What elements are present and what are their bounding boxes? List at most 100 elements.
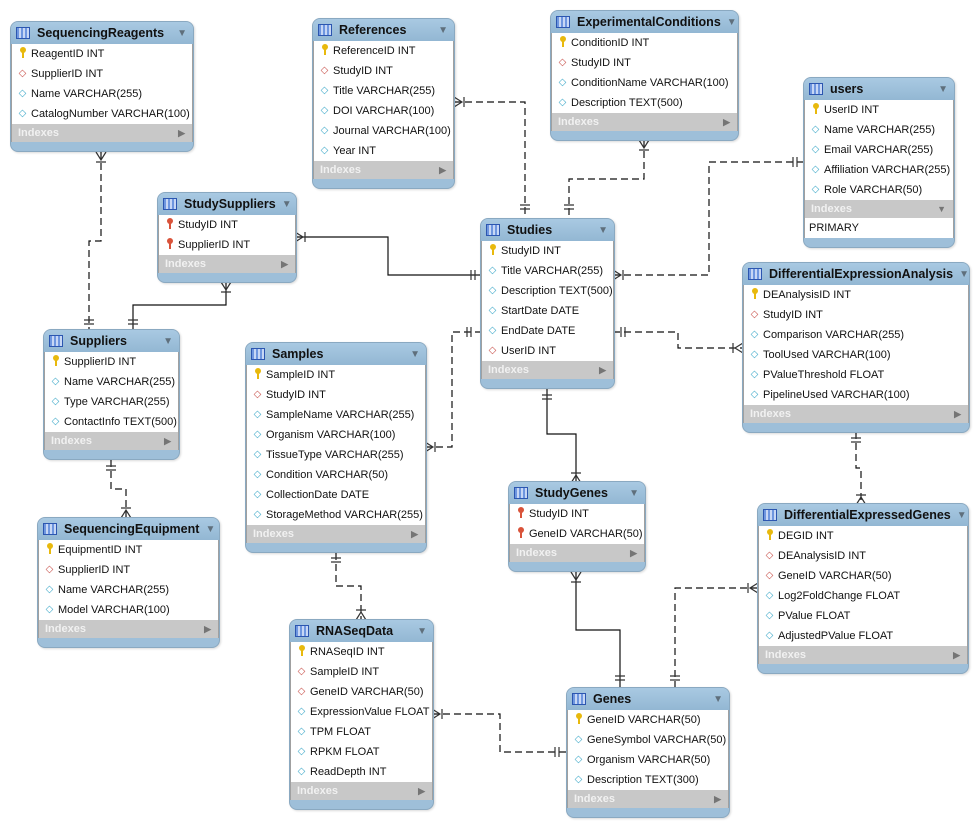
collapse-triangle-icon[interactable]: ▼ (727, 17, 737, 28)
column-row[interactable]: ◇ StartDate DATE (482, 301, 613, 321)
triangle-right-icon[interactable]: ▶ (599, 365, 606, 376)
table-header[interactable]: users ▼ (804, 78, 954, 100)
table-header[interactable]: SequencingEquipment ▼ (38, 518, 219, 540)
table-header[interactable]: References ▼ (313, 19, 454, 41)
column-row[interactable]: ◇ GeneSymbol VARCHAR(50) (568, 730, 728, 750)
column-row[interactable]: ◇ GeneID VARCHAR(50) (759, 566, 967, 586)
column-row[interactable]: ◇ AdjustedPValue FLOAT (759, 626, 967, 646)
table-experimentalconditions[interactable]: ExperimentalConditions ▼ ConditionID INT ◇ S… (550, 10, 739, 141)
table-header[interactable]: StudyGenes ▼ (509, 482, 645, 504)
indexes-section[interactable]: Indexes ▶ (551, 113, 738, 131)
rel-deg-genes[interactable] (674, 587, 758, 688)
indexes-section[interactable]: Indexes ▶ (743, 405, 969, 423)
triangle-right-icon[interactable]: ▶ (164, 436, 171, 447)
rel-samples-studies[interactable] (425, 331, 481, 448)
column-row[interactable]: ◇ Organism VARCHAR(100) (247, 425, 425, 445)
table-studysuppliers[interactable]: StudySuppliers ▼ StudyID INT SupplierID INT… (157, 192, 297, 283)
column-row[interactable]: ◇ CollectionDate DATE (247, 485, 425, 505)
column-row[interactable]: RNASeqID INT (291, 642, 432, 662)
column-row[interactable]: ◇ SupplierID INT (39, 560, 218, 580)
triangle-right-icon[interactable]: ▶ (411, 529, 418, 540)
column-row[interactable]: ◇ RPKM FLOAT (291, 742, 432, 762)
triangle-right-icon[interactable]: ▶ (204, 624, 211, 635)
table-samples[interactable]: Samples ▼ SampleID INT ◇ StudyID INT ◇ SampleN… (245, 342, 427, 553)
column-row[interactable]: ◇ EndDate DATE (482, 321, 613, 341)
column-row[interactable]: ◇ DOI VARCHAR(100) (314, 101, 453, 121)
column-row[interactable]: SupplierID INT (159, 235, 295, 255)
column-row[interactable]: ◇ Description TEXT(300) (568, 770, 728, 790)
rel-studysuppliers-suppliers[interactable] (132, 282, 227, 330)
rel-studies-dea[interactable] (613, 331, 743, 349)
table-header[interactable]: ExperimentalConditions ▼ (551, 11, 738, 33)
table-header[interactable]: Studies ▼ (481, 219, 614, 241)
column-row[interactable]: ◇ ConditionName VARCHAR(100) (552, 73, 737, 93)
collapse-triangle-icon[interactable]: ▼ (163, 336, 173, 347)
column-row[interactable]: GeneID VARCHAR(50) (510, 524, 644, 544)
column-row[interactable]: StudyID INT (482, 241, 613, 261)
table-header[interactable]: StudySuppliers ▼ (158, 193, 296, 215)
column-row[interactable]: DEGID INT (759, 526, 967, 546)
column-row[interactable]: ◇ Title VARCHAR(255) (314, 81, 453, 101)
triangle-right-icon[interactable]: ▶ (954, 409, 961, 420)
column-row[interactable]: ◇ Comparison VARCHAR(255) (744, 325, 968, 345)
triangle-right-icon[interactable]: ▶ (723, 117, 730, 128)
triangle-right-icon[interactable]: ▶ (630, 548, 637, 559)
indexes-section[interactable]: Indexes ▶ (481, 361, 614, 379)
column-row[interactable]: ◇ ToolUsed VARCHAR(100) (744, 345, 968, 365)
collapse-triangle-icon[interactable]: ▼ (438, 25, 448, 36)
rel-equipment-suppliers[interactable] (110, 460, 127, 518)
rel-sequencingreagents-suppliers[interactable] (88, 152, 102, 330)
indexes-section[interactable]: Indexes ▶ (290, 782, 433, 800)
column-row[interactable]: ◇ Role VARCHAR(50) (805, 180, 953, 200)
collapse-triangle-icon[interactable]: ▼ (410, 349, 420, 360)
column-row[interactable]: ◇ StudyID INT (247, 385, 425, 405)
collapse-triangle-icon[interactable]: ▼ (629, 488, 639, 499)
column-row[interactable]: ◇ TissueType VARCHAR(255) (247, 445, 425, 465)
column-row[interactable]: ◇ Organism VARCHAR(50) (568, 750, 728, 770)
column-row[interactable]: ◇ Name VARCHAR(255) (12, 84, 192, 104)
indexes-section[interactable]: Indexes ▶ (11, 124, 193, 142)
table-header[interactable]: SequencingReagents ▼ (11, 22, 193, 44)
rel-rnaseq-genes[interactable] (432, 713, 567, 753)
table-sequencingequipment[interactable]: SequencingEquipment ▼ EquipmentID INT ◇ Supp… (37, 517, 220, 648)
table-header[interactable]: DifferentialExpressionAnalysis ▼ (743, 263, 969, 285)
column-row[interactable]: ◇ Description TEXT(500) (482, 281, 613, 301)
triangle-right-icon[interactable]: ▶ (714, 794, 721, 805)
table-genes[interactable]: Genes ▼ GeneID VARCHAR(50) ◇ GeneSymbol VARC… (566, 687, 730, 818)
triangle-down-icon[interactable]: ▼ (937, 204, 946, 214)
column-row[interactable]: SampleID INT (247, 365, 425, 385)
column-row[interactable]: ◇ SupplierID INT (12, 64, 192, 84)
column-row[interactable]: ◇ Model VARCHAR(100) (39, 600, 218, 620)
column-row[interactable]: ◇ Name VARCHAR(255) (39, 580, 218, 600)
collapse-triangle-icon[interactable]: ▼ (957, 510, 967, 521)
indexes-section[interactable]: Indexes ▶ (758, 646, 968, 664)
indexes-section[interactable]: Indexes ▶ (38, 620, 219, 638)
column-row[interactable]: UserID INT (805, 100, 953, 120)
column-row[interactable]: DEAnalysisID INT (744, 285, 968, 305)
table-header[interactable]: Samples ▼ (246, 343, 426, 365)
column-row[interactable]: ◇ StudyID INT (744, 305, 968, 325)
column-row[interactable]: ◇ Affiliation VARCHAR(255) (805, 160, 953, 180)
column-row[interactable]: ◇ SampleName VARCHAR(255) (247, 405, 425, 425)
rel-studygenes-studies[interactable] (546, 387, 577, 483)
column-row[interactable]: ◇ Name VARCHAR(255) (45, 372, 178, 392)
triangle-right-icon[interactable]: ▶ (418, 786, 425, 797)
collapse-triangle-icon[interactable]: ▼ (417, 626, 427, 637)
column-row[interactable]: ◇ StorageMethod VARCHAR(255) (247, 505, 425, 525)
column-row[interactable]: GeneID VARCHAR(50) (568, 710, 728, 730)
table-header[interactable]: Genes ▼ (567, 688, 729, 710)
table-differentialexpressionanalysis[interactable]: DifferentialExpressionAnalysis ▼ DEAnalysi… (742, 262, 970, 433)
column-row[interactable]: ◇ CatalogNumber VARCHAR(100) (12, 104, 192, 124)
indexes-section[interactable]: Indexes ▶ (246, 525, 426, 543)
rel-studygenes-genes[interactable] (575, 572, 621, 688)
collapse-triangle-icon[interactable]: ▼ (713, 694, 723, 705)
triangle-right-icon[interactable]: ▶ (178, 128, 185, 139)
column-row[interactable]: SupplierID INT (45, 352, 178, 372)
collapse-triangle-icon[interactable]: ▼ (598, 225, 608, 236)
indexes-section[interactable]: Indexes ▶ (313, 161, 454, 179)
column-row[interactable]: StudyID INT (159, 215, 295, 235)
table-rnaseqdata[interactable]: RNASeqData ▼ RNASeqID INT ◇ SampleID INT ◇ Gen… (289, 619, 434, 810)
table-header[interactable]: DifferentialExpressedGenes ▼ (758, 504, 968, 526)
column-row[interactable]: ◇ Title VARCHAR(255) (482, 261, 613, 281)
rel-experimentalconditions-studies[interactable] (568, 140, 645, 220)
